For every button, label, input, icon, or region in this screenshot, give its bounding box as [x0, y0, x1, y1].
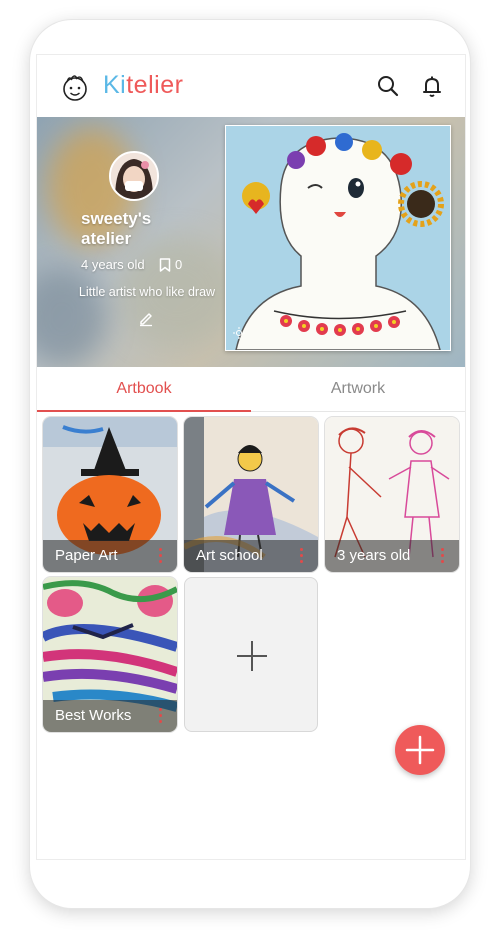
featured-artwork-image	[226, 126, 450, 350]
banner-blur-shape	[37, 267, 107, 367]
bio-text: Little artist who like draw	[78, 285, 216, 299]
app-screen: Kitelier sweety's atelier 4 years old 0 …	[36, 54, 466, 860]
more-dots-icon[interactable]	[441, 548, 445, 564]
bookmark-icon	[159, 257, 171, 272]
artbook-card-3-years-old[interactable]: 3 years old	[325, 417, 459, 572]
plus-icon	[405, 735, 435, 765]
brand-logo: Kitelier	[103, 71, 183, 100]
featured-artwork[interactable]	[225, 125, 451, 351]
more-dots-icon[interactable]	[159, 548, 163, 564]
bell-icon[interactable]	[419, 73, 445, 99]
artbook-title: 3 years old	[325, 540, 459, 572]
tab-artwork[interactable]: Artwork	[251, 367, 465, 411]
search-icon[interactable]	[375, 73, 401, 99]
artbook-card-art-school[interactable]: Art school	[184, 417, 318, 572]
atelier-name: sweety's atelier	[81, 209, 152, 248]
tab-bar: Artbook Artwork	[37, 367, 465, 412]
more-dots-icon[interactable]	[159, 708, 163, 724]
artbook-title: Art school	[184, 540, 318, 572]
add-floating-button[interactable]	[395, 725, 445, 775]
age-label: 4 years old	[81, 257, 145, 272]
add-artbook-button[interactable]	[184, 577, 318, 732]
profile-banner: sweety's atelier 4 years old 0 Little ar…	[37, 117, 465, 367]
artbook-title: Paper Art	[43, 540, 177, 572]
avatar[interactable]	[109, 151, 159, 201]
avatar-image	[111, 153, 157, 199]
more-dots-icon[interactable]	[300, 548, 304, 564]
sun-icon	[233, 327, 245, 339]
tab-artbook[interactable]: Artbook	[37, 367, 251, 412]
brand-logo-rest: telier	[126, 71, 184, 99]
artbook-title: Best Works	[43, 700, 177, 732]
app-header: Kitelier	[37, 55, 465, 117]
bookmark-count[interactable]: 0	[159, 257, 182, 272]
edit-icon[interactable]	[137, 309, 155, 327]
plus-icon	[237, 641, 267, 671]
brand-logo-k: Ki	[103, 71, 127, 99]
bookmark-count-value: 0	[175, 257, 183, 272]
artbook-card-best-works[interactable]: Best Works	[43, 577, 177, 732]
artbook-card-paper-art[interactable]: Paper Art	[43, 417, 177, 572]
kid-face-logo-icon	[63, 75, 87, 101]
